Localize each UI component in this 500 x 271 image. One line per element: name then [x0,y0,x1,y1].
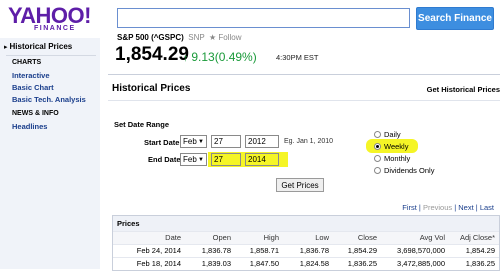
column-header-open: Open [212,233,231,242]
radio-monthly[interactable]: Monthly [374,154,410,163]
radio-dividends-only[interactable]: Dividends Only [374,166,434,175]
sidebar-divider [6,55,96,56]
pager-next[interactable]: Next [458,203,473,212]
search-finance-button[interactable]: Search Finance [416,7,494,30]
start-month-value: Feb [183,137,197,146]
radio-dividends-label: Dividends Only [384,166,435,175]
end-day-input[interactable]: 27 [211,153,241,166]
quote-change: ↑ 9.13(0.49%) [183,50,257,64]
table-cell-low: 1,836.78 [299,246,329,255]
sidebar-item-basic-tech-analysis[interactable]: Basic Tech. Analysis [12,95,86,104]
end-month-value: Feb [183,155,197,164]
prices-table-title: Prices [113,216,499,231]
radio-circle-icon [374,155,381,162]
table-row: Feb 24, 2014 1,836.78 1,858.71 1,836.78 … [113,244,499,257]
start-day-input[interactable]: 27 [211,135,241,148]
quote-name: S&P 500 (^GSPC) [117,33,184,42]
radio-circle-icon [374,167,381,174]
logo-subtext: FINANCE [34,25,76,32]
table-cell-date: Feb 18, 2014 [136,259,181,268]
arrow-up-icon: ↑ [183,53,188,64]
set-date-range-heading: Set Date Range [114,120,170,129]
sidebar-item-historical-prices[interactable]: ▸ Historical Prices [4,42,72,51]
column-header-high: High [263,233,279,242]
table-cell-avg-vol: 3,698,570,000 [397,246,445,255]
start-date-label: Start Date: [144,138,182,147]
get-historical-prices-link[interactable]: Get Historical Prices [427,85,500,94]
triangle-right-icon: ▸ [4,44,8,51]
quote-change-value: 9.13(0.49%) [191,50,257,64]
table-cell-open: 1,836.78 [201,246,231,255]
chevron-down-icon: ▼ [198,139,204,145]
radio-circle-icon [374,131,381,138]
logo-text: YAHOO! [8,3,91,28]
yahoo-finance-logo[interactable]: YAHOO! FINANCE [8,5,98,35]
sidebar-item-interactive[interactable]: Interactive [12,71,50,80]
table-row: Feb 18, 2014 1,839.03 1,847.50 1,824.58 … [113,257,499,270]
column-header-adj-close: Adj Close* [459,233,495,242]
radio-monthly-label: Monthly [384,154,411,163]
table-cell-close: 1,836.25 [347,259,377,268]
chevron-down-icon: ▼ [198,157,204,163]
radio-daily[interactable]: Daily [374,130,401,139]
end-year-input[interactable]: 2014 [245,153,279,166]
radio-weekly-label: Weekly [384,142,409,151]
quote-exchange: SNP [188,33,205,42]
sidebar-item-headlines[interactable]: Headlines [12,122,47,131]
sidebar-current-label: Historical Prices [9,42,73,51]
pager-previous: Previous [422,203,453,212]
sidebar-heading-charts: CHARTS [12,59,42,66]
panel-title-bar: Historical Prices Get Historical Prices [108,75,500,101]
get-prices-button[interactable]: Get Prices [276,178,324,192]
header: YAHOO! FINANCE Search Finance [0,0,500,38]
table-cell-adj-close: 1,854.29 [465,246,495,255]
historical-prices-panel: Historical Prices Get Historical Prices … [108,74,500,271]
sidebar-item-basic-chart[interactable]: Basic Chart [12,83,54,92]
radio-weekly[interactable]: Weekly [374,142,408,151]
pagination: First | Previous | Next | Last [402,203,494,212]
pager-first[interactable]: First [402,203,417,212]
table-cell-date: Feb 24, 2014 [136,246,181,255]
search-input[interactable] [117,8,410,28]
star-icon[interactable]: ★ [209,33,216,42]
prices-table: Prices Date Open High Low Close Avg Vol … [112,215,500,271]
table-cell-high: 1,858.71 [249,246,279,255]
radio-selected-icon [374,143,381,150]
start-year-input[interactable]: 2012 [245,135,279,148]
sidebar-heading-news: NEWS & INFO [12,110,59,117]
column-header-avg-vol: Avg Vol [419,233,445,242]
table-header-row: Date Open High Low Close Avg Vol Adj Clo… [113,231,499,244]
table-cell-close: 1,854.29 [347,246,377,255]
pager-last[interactable]: Last [480,203,494,212]
quote-time: 4:30PM EST [276,53,319,62]
radio-daily-label: Daily [384,130,401,139]
sidebar: ▸ Historical Prices CHARTS Interactive Ba… [0,38,100,269]
follow-link[interactable]: Follow [218,33,241,42]
end-month-select[interactable]: Feb ▼ [180,153,207,166]
date-example-text: Eg. Jan 1, 2010 [284,138,334,145]
panel-title: Historical Prices [112,83,191,94]
quote-price: 1,854.29 [115,44,189,65]
table-cell-avg-vol: 3,472,885,000 [397,259,445,268]
start-month-select[interactable]: Feb ▼ [180,135,207,148]
column-header-low: Low [315,233,329,242]
end-date-label: End Date: [148,155,184,164]
table-cell-adj-close: 1,836.25 [465,259,495,268]
table-cell-open: 1,839.03 [201,259,231,268]
column-header-close: Close [357,233,377,242]
column-header-date: Date [165,233,181,242]
quote-name-line: S&P 500 (^GSPC) SNP ★ Follow [117,33,242,42]
table-cell-low: 1,824.58 [299,259,329,268]
table-cell-high: 1,847.50 [249,259,279,268]
